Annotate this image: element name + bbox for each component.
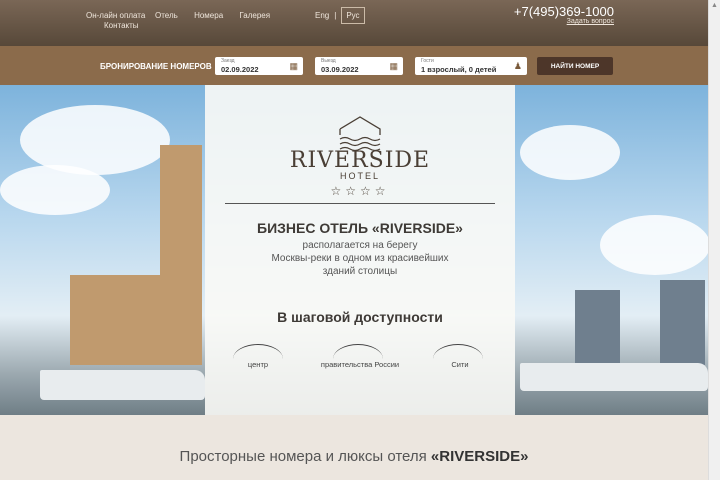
header: Он-лайн оплата Контакты Отель Номера Гал… (0, 0, 708, 46)
page: Он-лайн оплата Контакты Отель Номера Гал… (0, 0, 708, 480)
hero-banner: RIVERSIDE HOTEL ☆☆☆☆ БИЗНЕС ОТЕЛЬ «RIVER… (0, 85, 708, 415)
lang-ru[interactable]: Рус (341, 7, 365, 24)
checkout-label: Выезд (321, 58, 336, 64)
booking-bar: БРОНИРОВАНИЕ НОМЕРОВ Заезд 02.09.2022 ▦ … (0, 46, 708, 85)
nav-online-payment[interactable]: Он-лайн оплата (86, 11, 145, 20)
find-room-button[interactable]: НАЙТИ НОМЕР (537, 57, 613, 75)
hero-panel: RIVERSIDE HOTEL ☆☆☆☆ БИЗНЕС ОТЕЛЬ «RIVER… (205, 85, 515, 415)
rooms-section: Просторные номера и люксы отеля «RIVERSI… (0, 415, 708, 480)
language-switcher: Eng | Рус (315, 7, 365, 24)
nearby-title: В шаговой доступности (277, 309, 443, 325)
calendar-icon[interactable]: ▦ (289, 61, 298, 72)
city-tower (575, 290, 620, 365)
cloud (20, 105, 170, 175)
checkout-value: 03.09.2022 (321, 65, 359, 74)
cloud (0, 165, 110, 215)
rooms-heading-text: Просторные номера и люксы отеля (179, 448, 431, 465)
checkin-value: 02.09.2022 (221, 65, 259, 74)
nav-contacts[interactable]: Контакты (104, 21, 139, 30)
boat (40, 370, 205, 400)
rooms-heading-brand: «RIVERSIDE» (430, 448, 529, 465)
checkin-label: Заезд (221, 58, 235, 64)
phone-number[interactable]: +7(495)369-1000 (514, 4, 614, 19)
hero-title: БИЗНЕС ОТЕЛЬ «RIVERSIDE» (257, 220, 463, 236)
nav-hotel[interactable]: Отель (155, 11, 178, 20)
rooms-heading: Просторные номера и люксы отеля «RIVERSI… (0, 448, 708, 465)
calendar-icon[interactable]: ▦ (389, 61, 398, 72)
nearby-city[interactable]: Сити (415, 360, 505, 370)
guests-field[interactable]: Гости 1 взрослый, 0 детей ♟ (415, 57, 527, 75)
desc-line: располагается на берегу (302, 240, 418, 251)
star-rating-icon: ☆☆☆☆ (330, 184, 390, 198)
guests-value: 1 взрослый, 0 детей (421, 65, 497, 74)
nearby-center[interactable]: центр (213, 360, 303, 370)
building (70, 275, 170, 365)
ask-question-link[interactable]: Задать вопрос (567, 18, 614, 25)
scrollbar[interactable]: ▲ (708, 0, 720, 480)
divider (225, 203, 495, 204)
guests-label: Гости (421, 58, 434, 64)
hero-description: располагается на берегу Москвы-реки в од… (205, 239, 515, 278)
nav-secondary: Отель Номера Галерея (155, 11, 284, 20)
checkin-field[interactable]: Заезд 02.09.2022 ▦ (215, 57, 303, 75)
boat (520, 363, 708, 391)
booking-title: БРОНИРОВАНИЕ НОМЕРОВ (100, 62, 212, 71)
person-icon: ♟ (513, 61, 522, 71)
lang-separator: | (334, 11, 337, 20)
city-tower (660, 280, 705, 365)
checkout-field[interactable]: Выезд 03.09.2022 ▦ (315, 57, 403, 75)
lang-en[interactable]: Eng (315, 11, 329, 20)
scroll-up-icon[interactable]: ▲ (709, 2, 720, 9)
logo-subtitle: HOTEL (339, 171, 380, 181)
desc-line: зданий столицы (322, 266, 398, 277)
nav-gallery[interactable]: Галерея (239, 11, 270, 20)
nearby-government[interactable]: правительства России (315, 360, 405, 370)
logo-name: RIVERSIDE (289, 148, 431, 173)
cloud (600, 215, 708, 275)
desc-line: Москвы-реки в одном из красивейших (271, 253, 449, 264)
nav-rooms[interactable]: Номера (194, 11, 223, 20)
cloud (520, 125, 620, 180)
